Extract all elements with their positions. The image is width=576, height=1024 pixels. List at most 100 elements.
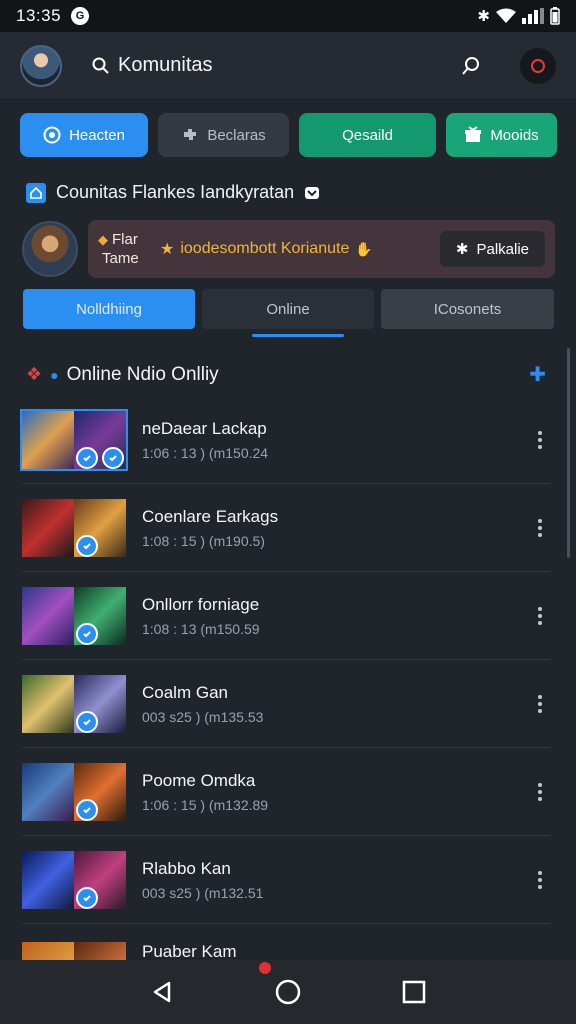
tab-online[interactable]: Online — [202, 289, 374, 337]
item-subtitle: 003 s25 ) (m135.53 — [142, 708, 264, 725]
user-avatar[interactable] — [20, 44, 62, 87]
more-options-icon[interactable] — [538, 694, 542, 713]
back-icon[interactable] — [150, 980, 174, 1004]
check-icon — [76, 710, 98, 733]
add-icon[interactable]: ✚ — [529, 362, 546, 387]
section-heading: Counitas Flankes Iandkyratan — [26, 182, 320, 203]
check-icon — [76, 622, 98, 645]
item-subtitle: 1:06 : 13 ) (m150.24 — [142, 444, 269, 461]
item-title: Coalm Gan — [142, 682, 228, 702]
flame-icon: ◆ — [98, 231, 108, 247]
search-icon — [92, 57, 109, 74]
item-title: Poome Omdka — [142, 770, 256, 790]
quick-actions: Heacten Beclaras Qesaild Mooids — [20, 113, 557, 157]
search-action-icon[interactable] — [460, 55, 482, 77]
follow-label: Palkalie — [476, 240, 529, 258]
profile-tag: ★ ioodesombott Korianute ✋ — [160, 239, 373, 259]
tab-bar: Nolldhiing Online ICosonets — [23, 289, 554, 337]
profile-tag-label: ioodesombott Korianute — [180, 240, 350, 257]
item-thumbnails — [22, 850, 126, 909]
search-bar[interactable]: Komunitas — [92, 54, 213, 77]
profile-name: Flar — [112, 231, 138, 248]
item-title: Coenlare Earkags — [142, 506, 279, 526]
check-icon — [76, 798, 98, 821]
status-icon: ● — [50, 366, 59, 383]
more-options-icon[interactable] — [538, 606, 542, 625]
item-thumbnails — [22, 674, 126, 733]
tab-contacts[interactable]: ICosonets — [381, 289, 554, 329]
item-title: neDaear Lackap — [142, 418, 267, 438]
list-item[interactable]: Onllorr forniage 1:08 : 13 (m150.59 — [22, 572, 550, 660]
app-header: Komunitas — [0, 32, 576, 100]
tab-notifications[interactable]: Nolldhiing — [23, 289, 195, 329]
more-options-icon[interactable] — [538, 518, 542, 537]
hand-icon: ✋ — [355, 240, 373, 257]
notification-icon[interactable] — [520, 47, 556, 84]
item-title: Rlabbo Kan — [142, 858, 231, 878]
profile-card[interactable]: ◆ Flar Tame ★ ioodesombott Korianute ✋ ✱… — [88, 220, 555, 278]
home-button-icon[interactable] — [275, 979, 301, 1005]
action-button-3[interactable]: Qesaild — [299, 113, 436, 157]
status-time: 13:35 — [16, 6, 62, 25]
profile-name-secondary: Tame — [102, 250, 139, 267]
check-icon — [76, 886, 98, 909]
action-button-1[interactable]: Heacten — [20, 113, 148, 157]
item-title: Onllorr forniage — [142, 594, 260, 614]
gift-icon — [465, 126, 482, 142]
thumbnail-image — [22, 762, 74, 821]
item-title: Puaber Kam — [142, 942, 237, 961]
list-item[interactable]: Poome Omdka 1:06 : 15 ) (m132.89 — [22, 748, 550, 836]
page-title: Komunitas — [118, 54, 213, 76]
item-thumbnails — [20, 408, 128, 471]
battery-icon — [550, 7, 560, 25]
check-icon — [102, 446, 124, 469]
signal-icon — [522, 8, 544, 24]
action-label: Qesaild — [342, 126, 393, 144]
check-icon — [76, 446, 98, 469]
section-title: Counitas Flankes Iandkyratan — [56, 182, 295, 202]
bluetooth-icon: ✱ — [477, 8, 490, 25]
list-header: ❖ ● Online Ndio Onlliy ✚ — [26, 362, 546, 387]
more-options-icon[interactable] — [538, 430, 542, 449]
check-icon — [76, 534, 98, 557]
thumbnail-image — [22, 498, 74, 557]
list-item[interactable]: Coenlare Earkags 1:08 : 15 ) (m190.5) — [22, 484, 550, 572]
more-options-icon[interactable] — [538, 870, 542, 889]
app-badge-icon: G — [71, 7, 90, 25]
action-button-2[interactable]: Beclaras — [158, 113, 289, 157]
chevron-down-icon[interactable] — [304, 186, 320, 200]
online-list: neDaear Lackap 1:06 : 13 ) (m150.24 Coen… — [20, 396, 550, 964]
item-subtitle: 003 s25 ) (m132.51 — [142, 884, 264, 901]
follow-button[interactable]: ✱ Palkalie — [439, 231, 545, 267]
action-label: Mooids — [490, 126, 539, 144]
gear-icon: ✱ — [455, 241, 469, 258]
item-subtitle: 1:08 : 15 ) (m190.5) — [142, 532, 265, 549]
profile-row: ◆ Flar Tame ★ ioodesombott Korianute ✋ ✱… — [22, 220, 555, 278]
scrollbar[interactable] — [567, 348, 570, 558]
navigation-bar — [0, 960, 576, 1024]
profile-avatar[interactable] — [22, 221, 78, 277]
item-thumbnails — [22, 498, 126, 557]
list-item[interactable]: Coalm Gan 003 s25 ) (m135.53 — [22, 660, 550, 748]
recents-icon[interactable] — [402, 980, 426, 1004]
action-button-4[interactable]: Mooids — [446, 113, 557, 157]
status-icons: ✱ — [477, 7, 560, 25]
target-icon — [43, 126, 61, 144]
item-thumbnails — [22, 586, 126, 645]
list-item[interactable]: neDaear Lackap 1:06 : 13 ) (m150.24 — [20, 396, 550, 484]
puzzle-icon — [184, 129, 197, 140]
more-options-icon[interactable] — [538, 782, 542, 801]
thumbnail-image — [22, 674, 74, 733]
list-item[interactable]: Puaber Kam — [22, 924, 550, 964]
item-thumbnails — [22, 762, 126, 821]
status-bar: 13:35 G ✱ — [0, 0, 576, 32]
wifi-icon — [496, 8, 516, 23]
star-icon: ★ — [160, 241, 175, 258]
home-icon — [26, 182, 46, 203]
action-label: Heacten — [69, 126, 125, 144]
list-title: Online Ndio Onlliy — [66, 363, 219, 385]
list-item[interactable]: Rlabbo Kan 003 s25 ) (m132.51 — [22, 836, 550, 924]
thumbnail-image — [22, 586, 74, 645]
item-subtitle: 1:08 : 13 (m150.59 — [142, 620, 260, 637]
leaf-icon: ❖ — [26, 364, 43, 384]
